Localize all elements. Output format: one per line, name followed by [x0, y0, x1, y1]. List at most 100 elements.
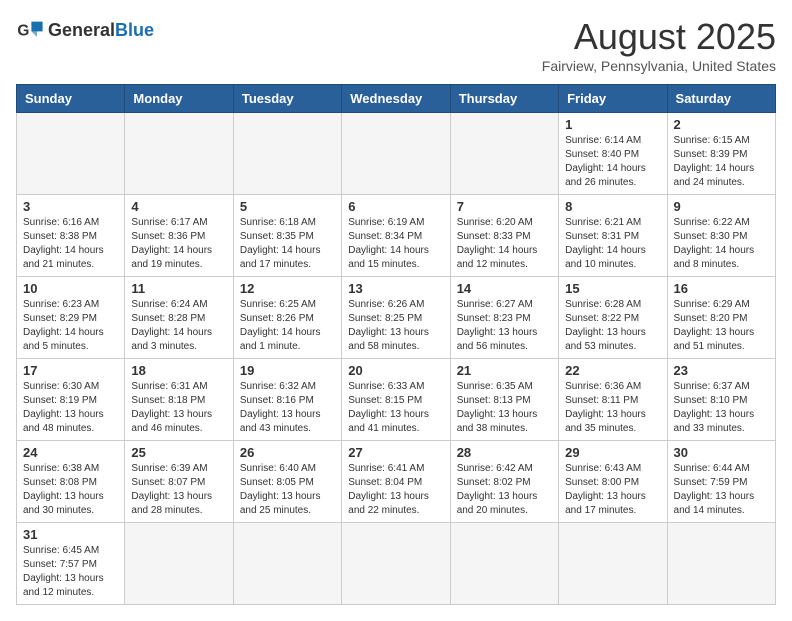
calendar-day-cell: 8 Sunrise: 6:21 AM Sunset: 8:31 PM Daylig… — [559, 195, 667, 277]
calendar-day-cell: 14Sunrise: 6:27 AM Sunset: 8:23 PM Dayli… — [450, 277, 558, 359]
day-info: Sunrise: 6:44 AM Sunset: 7:59 PM Dayligh… — [674, 462, 769, 518]
day-info: Sunrise: 6:19 AM Sunset: 8:34 PM Dayligh… — [348, 216, 443, 272]
day-info: Sunrise: 6:17 AM Sunset: 8:36 PM Dayligh… — [131, 216, 226, 272]
day-info: Sunrise: 6:18 AM Sunset: 8:35 PM Dayligh… — [240, 216, 335, 272]
col-wednesday: Wednesday — [342, 85, 450, 113]
day-info: Sunrise: 6:41 AM Sunset: 8:04 PM Dayligh… — [348, 462, 443, 518]
day-info: Sunrise: 6:40 AM Sunset: 8:05 PM Dayligh… — [240, 462, 335, 518]
calendar-day-cell: 11Sunrise: 6:24 AM Sunset: 8:28 PM Dayli… — [125, 277, 233, 359]
day-number: 6 — [348, 199, 443, 214]
calendar-day-cell: 1Sunrise: 6:14 AM Sunset: 8:40 PM Daylig… — [559, 113, 667, 195]
day-info: Sunrise: 6:39 AM Sunset: 8:07 PM Dayligh… — [131, 462, 226, 518]
day-number: 9 — [674, 199, 769, 214]
calendar-week-row: 24Sunrise: 6:38 AM Sunset: 8:08 PM Dayli… — [17, 441, 776, 523]
calendar-day-cell: 29Sunrise: 6:43 AM Sunset: 8:00 PM Dayli… — [559, 441, 667, 523]
day-number: 10 — [23, 281, 118, 296]
col-sunday: Sunday — [17, 85, 125, 113]
calendar-week-row: 10 Sunrise: 6:23 AM Sunset: 8:29 PM Dayli… — [17, 277, 776, 359]
day-number: 7 — [457, 199, 552, 214]
day-info: Sunrise: 6:42 AM Sunset: 8:02 PM Dayligh… — [457, 462, 552, 518]
calendar-day-cell: 9 Sunrise: 6:22 AM Sunset: 8:30 PM Daylig… — [667, 195, 775, 277]
calendar-day-cell: 19Sunrise: 6:32 AM Sunset: 8:16 PM Dayli… — [233, 359, 341, 441]
day-number: 23 — [674, 363, 769, 378]
calendar-day-cell: 27 Sunrise: 6:41 AM Sunset: 8:04 PM Dayli… — [342, 441, 450, 523]
day-info: Sunrise: 6:28 AM Sunset: 8:22 PM Dayligh… — [565, 298, 660, 354]
logo-icon: G — [16, 16, 44, 44]
calendar-day-cell: 18Sunrise: 6:31 AM Sunset: 8:18 PM Dayli… — [125, 359, 233, 441]
title-area: August 2025 Fairview, Pennsylvania, Unit… — [542, 16, 776, 74]
day-number: 30 — [674, 445, 769, 460]
day-info: Sunrise: 6:27 AM Sunset: 8:23 PM Dayligh… — [457, 298, 552, 354]
calendar-week-row: 17 Sunrise: 6:30 AM Sunset: 8:19 PM Dayli… — [17, 359, 776, 441]
calendar-day-cell: 28 Sunrise: 6:42 AM Sunset: 8:02 PM Dayli… — [450, 441, 558, 523]
day-info: Sunrise: 6:32 AM Sunset: 8:16 PM Dayligh… — [240, 380, 335, 436]
calendar-day-cell: 17 Sunrise: 6:30 AM Sunset: 8:19 PM Dayli… — [17, 359, 125, 441]
day-info: Sunrise: 6:35 AM Sunset: 8:13 PM Dayligh… — [457, 380, 552, 436]
calendar-day-cell: 5 Sunrise: 6:18 AM Sunset: 8:35 PM Daylig… — [233, 195, 341, 277]
calendar-week-row: 31Sunrise: 6:45 AM Sunset: 7:57 PM Dayli… — [17, 523, 776, 605]
calendar-day-cell: 23 Sunrise: 6:37 AM Sunset: 8:10 PM Dayli… — [667, 359, 775, 441]
calendar-day-cell — [342, 523, 450, 605]
day-info: Sunrise: 6:29 AM Sunset: 8:20 PM Dayligh… — [674, 298, 769, 354]
calendar-day-cell: 26 Sunrise: 6:40 AM Sunset: 8:05 PM Dayli… — [233, 441, 341, 523]
logo-blue: Blue — [115, 20, 154, 40]
calendar-day-cell — [233, 523, 341, 605]
calendar-day-cell — [450, 113, 558, 195]
day-number: 27 — [348, 445, 443, 460]
day-number: 5 — [240, 199, 335, 214]
day-info: Sunrise: 6:16 AM Sunset: 8:38 PM Dayligh… — [23, 216, 118, 272]
calendar-day-cell — [667, 523, 775, 605]
day-info: Sunrise: 6:21 AM Sunset: 8:31 PM Dayligh… — [565, 216, 660, 272]
day-number: 29 — [565, 445, 660, 460]
day-number: 20 — [348, 363, 443, 378]
day-number: 4 — [131, 199, 226, 214]
day-number: 16 — [674, 281, 769, 296]
calendar-day-cell: 20 Sunrise: 6:33 AM Sunset: 8:15 PM Dayli… — [342, 359, 450, 441]
calendar-day-cell: 15Sunrise: 6:28 AM Sunset: 8:22 PM Dayli… — [559, 277, 667, 359]
calendar-day-cell — [342, 113, 450, 195]
calendar-day-cell — [17, 113, 125, 195]
day-number: 26 — [240, 445, 335, 460]
calendar-day-cell — [450, 523, 558, 605]
calendar-day-cell: 25 Sunrise: 6:39 AM Sunset: 8:07 PM Dayli… — [125, 441, 233, 523]
location-title: Fairview, Pennsylvania, United States — [542, 58, 776, 74]
day-info: Sunrise: 6:37 AM Sunset: 8:10 PM Dayligh… — [674, 380, 769, 436]
day-number: 22 — [565, 363, 660, 378]
calendar-day-cell: 7Sunrise: 6:20 AM Sunset: 8:33 PM Daylig… — [450, 195, 558, 277]
day-info: Sunrise: 6:14 AM Sunset: 8:40 PM Dayligh… — [565, 134, 660, 190]
calendar-day-cell: 13Sunrise: 6:26 AM Sunset: 8:25 PM Dayli… — [342, 277, 450, 359]
day-number: 25 — [131, 445, 226, 460]
day-info: Sunrise: 6:33 AM Sunset: 8:15 PM Dayligh… — [348, 380, 443, 436]
col-tuesday: Tuesday — [233, 85, 341, 113]
day-number: 28 — [457, 445, 552, 460]
day-info: Sunrise: 6:23 AM Sunset: 8:29 PM Dayligh… — [23, 298, 118, 354]
calendar-day-cell: 3Sunrise: 6:16 AM Sunset: 8:38 PM Daylig… — [17, 195, 125, 277]
calendar-day-cell: 21 Sunrise: 6:35 AM Sunset: 8:13 PM Dayli… — [450, 359, 558, 441]
calendar-day-cell — [125, 113, 233, 195]
day-info: Sunrise: 6:36 AM Sunset: 8:11 PM Dayligh… — [565, 380, 660, 436]
day-number: 12 — [240, 281, 335, 296]
calendar-day-cell: 12 Sunrise: 6:25 AM Sunset: 8:26 PM Dayli… — [233, 277, 341, 359]
col-thursday: Thursday — [450, 85, 558, 113]
day-number: 31 — [23, 527, 118, 542]
calendar-week-row: 3Sunrise: 6:16 AM Sunset: 8:38 PM Daylig… — [17, 195, 776, 277]
logo-text: GeneralBlue — [48, 20, 154, 41]
calendar-day-cell: 6 Sunrise: 6:19 AM Sunset: 8:34 PM Daylig… — [342, 195, 450, 277]
svg-text:G: G — [17, 23, 29, 40]
calendar-header-row: Sunday Monday Tuesday Wednesday Thursday… — [17, 85, 776, 113]
day-info: Sunrise: 6:25 AM Sunset: 8:26 PM Dayligh… — [240, 298, 335, 354]
day-info: Sunrise: 6:30 AM Sunset: 8:19 PM Dayligh… — [23, 380, 118, 436]
logo: G GeneralBlue — [16, 16, 154, 44]
day-number: 17 — [23, 363, 118, 378]
day-info: Sunrise: 6:22 AM Sunset: 8:30 PM Dayligh… — [674, 216, 769, 272]
calendar-day-cell: 10 Sunrise: 6:23 AM Sunset: 8:29 PM Dayli… — [17, 277, 125, 359]
col-friday: Friday — [559, 85, 667, 113]
calendar-day-cell: 24Sunrise: 6:38 AM Sunset: 8:08 PM Dayli… — [17, 441, 125, 523]
logo-general: General — [48, 20, 115, 40]
calendar-table: Sunday Monday Tuesday Wednesday Thursday… — [16, 84, 776, 605]
calendar-week-row: 1Sunrise: 6:14 AM Sunset: 8:40 PM Daylig… — [17, 113, 776, 195]
day-number: 8 — [565, 199, 660, 214]
calendar-day-cell — [233, 113, 341, 195]
day-number: 21 — [457, 363, 552, 378]
day-info: Sunrise: 6:31 AM Sunset: 8:18 PM Dayligh… — [131, 380, 226, 436]
